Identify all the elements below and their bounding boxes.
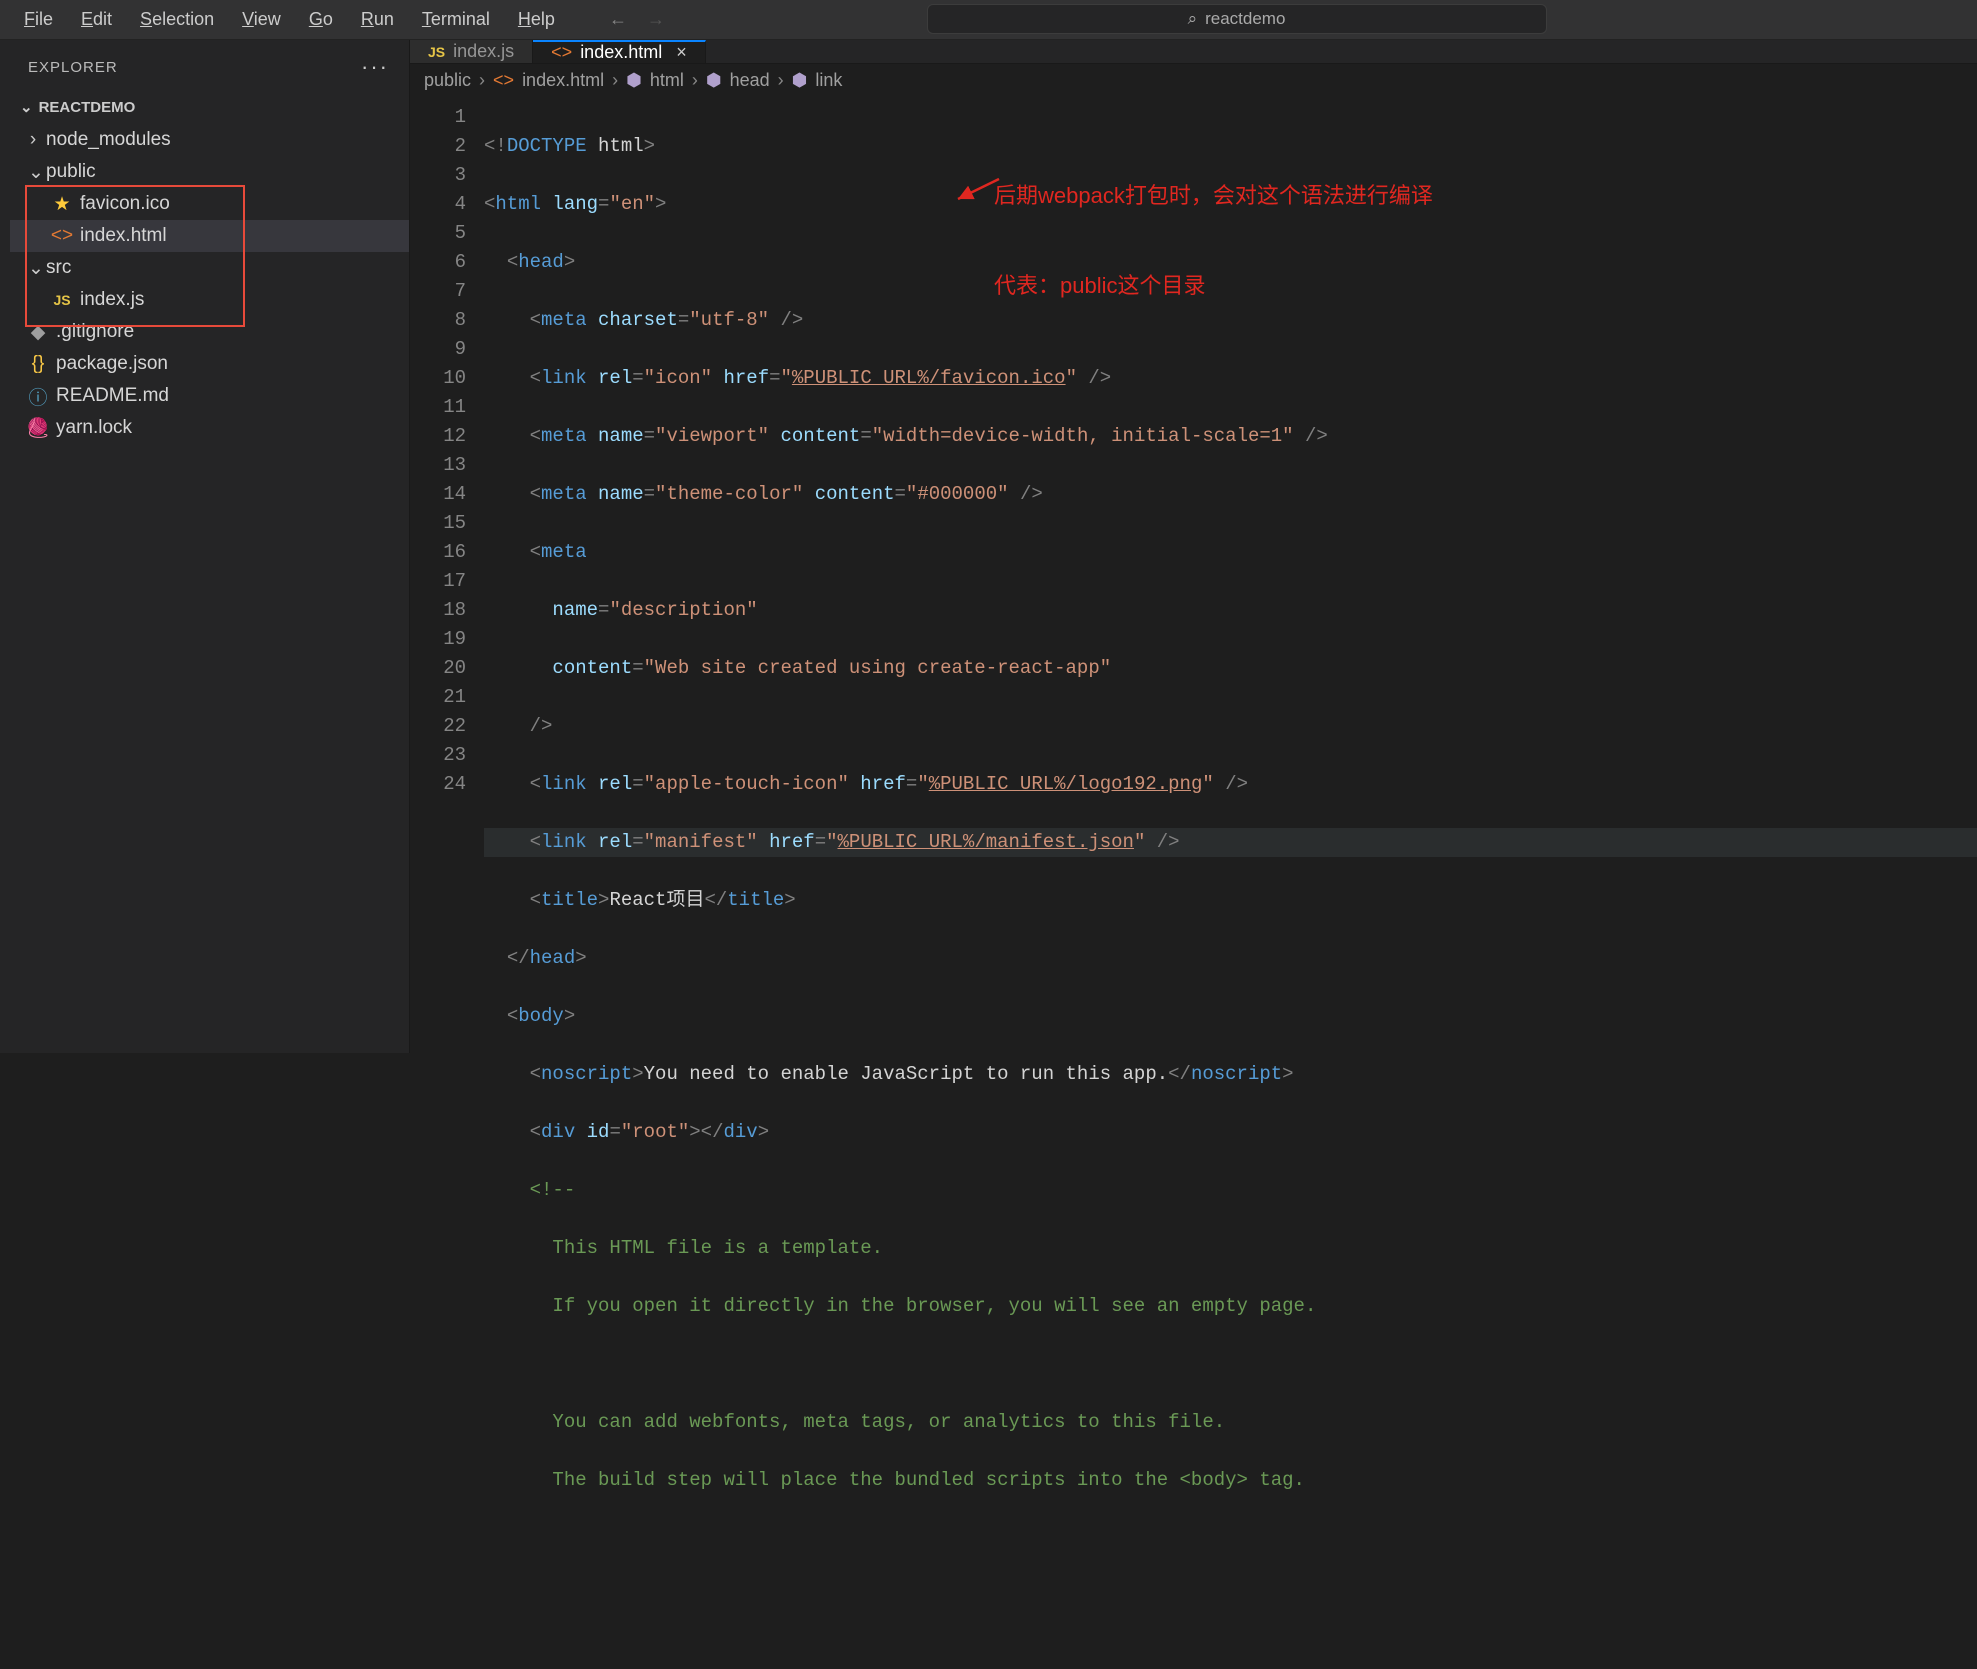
tree-file-yarnlock[interactable]: 🧶 yarn.lock (10, 412, 409, 444)
explorer-panel: EXPLORER ··· ⌄ REACTDEMO ›node_modules ⌄… (0, 40, 410, 1053)
search-icon: ⌕ (1188, 9, 1198, 29)
menu-terminal[interactable]: Terminal (408, 5, 504, 34)
tree-file-favicon[interactable]: ★ favicon.ico (10, 188, 409, 220)
project-root[interactable]: ⌄ REACTDEMO (0, 90, 409, 124)
menu-run[interactable]: Run (347, 5, 408, 34)
star-icon: ★ (52, 193, 72, 216)
symbol-icon: ⬢ (792, 70, 808, 91)
nav-back-icon[interactable]: ← (609, 9, 627, 30)
tree-folder-node_modules[interactable]: ›node_modules (10, 124, 409, 156)
info-icon: ⓘ (28, 383, 48, 410)
editor-area: JS index.js <> index.html × public› <> i… (410, 40, 1977, 1053)
menu-file[interactable]: File (10, 5, 67, 34)
editor-tabs: JS index.js <> index.html × (410, 40, 1977, 64)
close-icon[interactable]: × (676, 42, 687, 63)
menu-view[interactable]: View (228, 5, 295, 34)
menu-edit[interactable]: Edit (67, 5, 126, 34)
nav-forward-icon[interactable]: → (647, 9, 665, 30)
tree-file-readme[interactable]: ⓘ README.md (10, 380, 409, 412)
symbol-icon: ⬢ (626, 70, 642, 91)
tree-file-indexhtml[interactable]: <> index.html (10, 220, 409, 252)
git-icon: ◆ (28, 321, 48, 344)
breadcrumbs[interactable]: public› <> index.html› ⬢ html› ⬢ head› ⬢… (410, 64, 1977, 97)
tab-index-html[interactable]: <> index.html × (533, 40, 706, 63)
tree-file-packagejson[interactable]: {} package.json (10, 348, 409, 380)
tree-file-gitignore[interactable]: ◆ .gitignore (10, 316, 409, 348)
symbol-icon: ⬢ (706, 70, 722, 91)
line-gutter: 123456789101112131415161718192021222324 (410, 97, 484, 1669)
html-icon: <> (551, 42, 572, 63)
js-icon: JS (52, 292, 72, 308)
command-center[interactable]: ⌕ reactdemo (927, 4, 1547, 34)
explorer-more-icon[interactable]: ··· (361, 54, 389, 80)
menu-go[interactable]: Go (295, 5, 347, 34)
html-icon: <> (493, 70, 514, 91)
menu-bar: File Edit Selection View Go Run Terminal… (0, 0, 1977, 40)
menu-selection[interactable]: Selection (126, 5, 228, 34)
command-center-text: reactdemo (1205, 9, 1285, 29)
html-icon: <> (52, 225, 72, 247)
menu-help[interactable]: Help (504, 5, 569, 34)
tree-folder-public[interactable]: ⌄public (10, 156, 409, 188)
js-icon: JS (428, 44, 445, 60)
file-tree: ›node_modules ⌄public ★ favicon.ico <> i… (0, 124, 409, 444)
explorer-title: EXPLORER (28, 59, 118, 76)
yarn-icon: 🧶 (28, 416, 48, 440)
code-editor[interactable]: <!DOCTYPE html> <html lang="en"> <head> … (484, 97, 1977, 1669)
tree-folder-src[interactable]: ⌄src (10, 252, 409, 284)
json-icon: {} (28, 353, 48, 375)
tree-file-indexjs[interactable]: JS index.js (10, 284, 409, 316)
tab-index-js[interactable]: JS index.js (410, 40, 533, 63)
